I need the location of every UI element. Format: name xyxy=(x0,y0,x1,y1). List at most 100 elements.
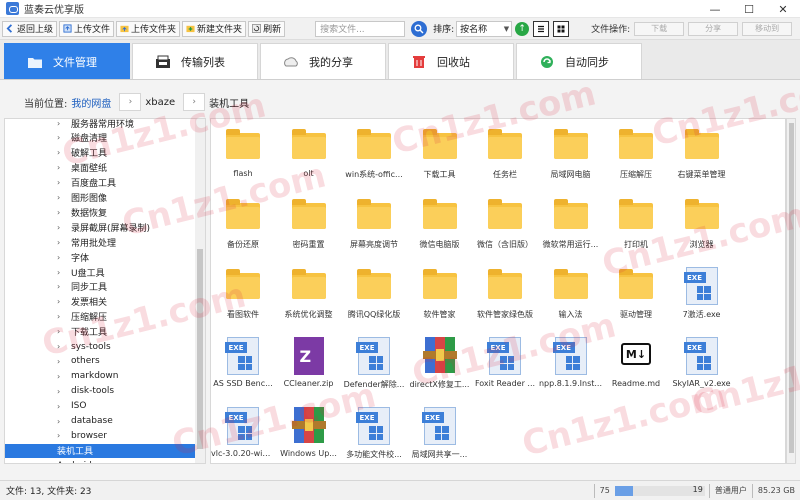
chevron-right-icon[interactable]: › xyxy=(57,119,60,128)
scrollbar-thumb[interactable] xyxy=(789,123,794,453)
file-item[interactable]: M↓ Readme.md xyxy=(604,337,668,405)
sort-select[interactable]: 按名称 ▼ xyxy=(456,20,513,37)
folder-item[interactable]: 软件管家 xyxy=(408,267,472,335)
tree-item[interactable]: › 常用批处理 xyxy=(5,235,201,249)
folder-item[interactable]: 微软常用运行... xyxy=(539,197,603,265)
tree-item[interactable]: › ISO xyxy=(5,399,201,413)
tab-my-share[interactable]: 我的分享 xyxy=(260,43,386,79)
chevron-right-icon[interactable]: › xyxy=(57,208,60,217)
folder-item[interactable]: 压缩解压 xyxy=(604,127,668,195)
chevron-right-icon[interactable]: › xyxy=(57,193,60,202)
folder-item[interactable]: 密码重置 xyxy=(277,197,341,265)
tab-file-manager[interactable]: 文件管理 xyxy=(4,43,130,79)
file-item[interactable]: EXE SkyIAR_v2.exe xyxy=(670,337,734,405)
sort-direction-button[interactable]: ↑ xyxy=(515,21,530,36)
chevron-right-icon[interactable]: › xyxy=(57,357,60,366)
folder-item[interactable]: 浏览器 xyxy=(670,197,734,265)
file-item[interactable]: EXE vlc-3.0.20-win... xyxy=(211,407,275,463)
folder-item[interactable]: 软件管家绿色版 xyxy=(473,267,537,335)
tree-item[interactable]: › 同步工具 xyxy=(5,280,201,294)
chevron-right-icon[interactable]: › xyxy=(47,461,50,463)
scrollbar-thumb[interactable] xyxy=(197,249,203,449)
tab-transfer-list[interactable]: 传输列表 xyxy=(132,43,258,79)
file-item[interactable]: EXE Foxit Reader ... xyxy=(473,337,537,405)
tree-item[interactable]: › database xyxy=(5,414,201,428)
file-item[interactable]: EXE 7激活.exe xyxy=(670,267,734,335)
search-input[interactable]: 搜索文件... xyxy=(315,20,406,37)
chevron-right-icon[interactable]: › xyxy=(57,148,60,157)
tree-item[interactable]: › U盘工具 xyxy=(5,265,201,279)
folder-item[interactable]: 微信电脑版 xyxy=(408,197,472,265)
tree-scrollbar[interactable] xyxy=(195,119,205,463)
folder-item[interactable]: flash xyxy=(211,127,275,195)
upload-folder-button[interactable]: 上传文件夹 xyxy=(116,20,181,37)
chevron-right-icon[interactable]: › xyxy=(57,268,60,277)
chevron-right-icon[interactable]: › xyxy=(57,312,60,321)
move-to-button[interactable]: 移动到 xyxy=(742,21,793,36)
file-item[interactable]: EXE AS SSD Benc... xyxy=(211,337,275,405)
folder-item[interactable]: 腾讯QQ绿化版 xyxy=(342,267,406,335)
breadcrumb-separator[interactable]: › xyxy=(183,93,206,111)
list-view-button[interactable] xyxy=(533,20,550,37)
tree-item[interactable]: › disk-tools xyxy=(5,384,201,398)
chevron-right-icon[interactable]: › xyxy=(57,297,60,306)
download-button[interactable]: 下载 xyxy=(634,21,685,36)
folder-item[interactable]: 系统优化调整 xyxy=(277,267,341,335)
chevron-right-icon[interactable]: › xyxy=(57,282,60,291)
tree-item[interactable]: › markdown xyxy=(5,369,201,383)
tree-item[interactable]: › 压缩解压 xyxy=(5,310,201,324)
file-item[interactable]: EXE npp.8.1.9.Inst... xyxy=(539,337,603,405)
close-button[interactable]: ✕ xyxy=(766,0,800,18)
tab-auto-sync[interactable]: 自动同步 xyxy=(516,43,642,79)
chevron-right-icon[interactable]: › xyxy=(57,402,60,411)
folder-item[interactable]: 备份还原 xyxy=(211,197,275,265)
tree-item[interactable]: › 图形图像 xyxy=(5,191,201,205)
share-button[interactable]: 分享 xyxy=(688,21,739,36)
folder-item[interactable]: 局域网电脑 xyxy=(539,127,603,195)
breadcrumb-item-xbaze[interactable]: xbaze xyxy=(145,97,175,108)
chevron-right-icon[interactable]: › xyxy=(57,253,60,262)
upload-file-button[interactable]: 上传文件 xyxy=(59,20,115,37)
folder-item[interactable]: olt xyxy=(277,127,341,195)
tree-item[interactable]: › others xyxy=(5,354,201,368)
file-item[interactable]: Z CCleaner.zip xyxy=(277,337,341,405)
tree-item[interactable]: › 磁盘清理 xyxy=(5,131,201,145)
breadcrumb-item-root[interactable]: 我的网盘 xyxy=(71,95,111,110)
tab-recycle-bin[interactable]: 回收站 xyxy=(388,43,514,79)
new-folder-button[interactable]: 新建文件夹 xyxy=(182,20,247,37)
tree-item[interactable]: › 服务器常用环境 xyxy=(5,119,201,130)
folder-item[interactable]: win系统-offic... xyxy=(342,127,406,195)
folder-item[interactable]: 驱动管理 xyxy=(604,267,668,335)
chevron-right-icon[interactable]: › xyxy=(57,342,60,351)
chevron-right-icon[interactable]: › xyxy=(57,387,60,396)
tree-item[interactable]: › 桌面壁纸 xyxy=(5,161,201,175)
file-grid-scrollbar[interactable] xyxy=(786,118,796,464)
tree-item[interactable]: 装机工具 xyxy=(5,443,201,458)
folder-item[interactable]: 右键菜单管理 xyxy=(670,127,734,195)
chevron-right-icon[interactable]: › xyxy=(57,238,60,247)
minimize-button[interactable]: — xyxy=(698,0,732,18)
chevron-right-icon[interactable]: › xyxy=(57,223,60,232)
chevron-right-icon[interactable]: › xyxy=(57,163,60,172)
tree-item[interactable]: › Android xyxy=(5,459,201,463)
tree-item[interactable]: › browser xyxy=(5,429,201,443)
breadcrumb-separator[interactable]: › xyxy=(119,93,142,111)
chevron-right-icon[interactable]: › xyxy=(57,372,60,381)
chevron-right-icon[interactable]: › xyxy=(57,431,60,440)
maximize-button[interactable]: ☐ xyxy=(732,0,766,18)
tree-item[interactable]: › 字体 xyxy=(5,250,201,264)
tree-item[interactable]: › 下载工具 xyxy=(5,325,201,339)
chevron-right-icon[interactable]: › xyxy=(57,327,60,336)
folder-item[interactable]: 任务栏 xyxy=(473,127,537,195)
tree-item[interactable]: › 数据恢复 xyxy=(5,205,201,219)
search-button[interactable] xyxy=(411,20,428,37)
file-item[interactable]: Windows Up... xyxy=(277,407,341,463)
grid-view-button[interactable] xyxy=(553,20,570,37)
folder-item[interactable]: 下载工具 xyxy=(408,127,472,195)
folder-item[interactable]: 屏幕亮度调节 xyxy=(342,197,406,265)
file-item[interactable]: EXE Defender解除... xyxy=(342,337,406,405)
file-item[interactable]: EXE 局域网共享一... xyxy=(408,407,472,463)
folder-item[interactable]: 打印机 xyxy=(604,197,668,265)
refresh-button[interactable]: 刷新 xyxy=(248,20,286,37)
folder-item[interactable]: 输入法 xyxy=(539,267,603,335)
